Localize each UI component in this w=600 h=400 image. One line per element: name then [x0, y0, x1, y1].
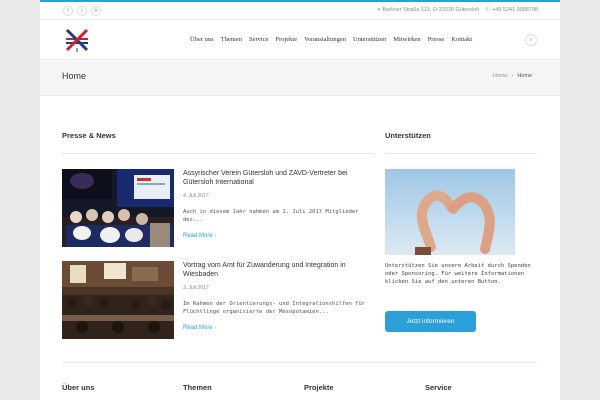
nav-item-projekte[interactable]: Projekte — [275, 36, 297, 43]
breadcrumb-current: Home — [517, 73, 532, 79]
phone-icon: ✆ — [485, 7, 490, 13]
address: ● Berliner Straße 113, D-33330 Gütersloh — [377, 7, 480, 13]
news-excerpt: Auch in diesem Jahr nahmen am 1. Juli 20… — [183, 209, 359, 223]
chevron-right-icon: › — [214, 233, 217, 239]
news-date: 4. Juli 2017 — [183, 193, 209, 199]
read-more-link[interactable]: Read More › — [183, 233, 216, 239]
nav-item-themen[interactable]: Themen — [221, 36, 242, 43]
support-heading: Unterstützen — [385, 131, 431, 140]
info-button[interactable]: Jetzt informieren — [385, 311, 476, 332]
breadcrumb: Home › Home — [493, 73, 532, 79]
news-title-link[interactable]: Vortrag vom Amt für Zuwanderung und Inte… — [183, 261, 373, 279]
nav-item-ueber-uns[interactable]: Über uns — [190, 36, 214, 43]
site-header: Über uns Themen Service Projekte Veranst… — [40, 20, 560, 60]
read-more-link[interactable]: Read More › — [183, 325, 216, 331]
phone[interactable]: ✆ +49 5241 9988798 — [485, 7, 538, 13]
news-image-event[interactable] — [62, 169, 174, 247]
facebook-icon[interactable]: f — [63, 6, 73, 16]
page-title: Home — [62, 71, 87, 81]
top-bar: f t ✉ ● Berliner Straße 113, D-33330 Güte… — [40, 2, 560, 20]
social-links: f t ✉ — [63, 6, 101, 16]
page-title-bar: Home Home › Home — [40, 60, 560, 96]
contact-info: ● Berliner Straße 113, D-33330 Gütersloh … — [377, 7, 538, 13]
breadcrumb-home-link[interactable]: Home — [493, 73, 508, 79]
email-icon[interactable]: ✉ — [91, 6, 101, 16]
footer-divider — [62, 362, 537, 363]
news-heading-divider — [62, 153, 374, 154]
nav-item-presse[interactable]: Presse — [428, 36, 445, 43]
chevron-right-icon: › — [214, 325, 217, 331]
support-image-heart-hands[interactable] — [385, 169, 515, 255]
support-heading-divider — [385, 153, 537, 154]
page: f t ✉ ● Berliner Straße 113, D-33330 Güte… — [40, 0, 560, 400]
footer-heading-projekte: Projekte — [304, 383, 334, 392]
nav-item-unterstuetzen[interactable]: Unterstützen — [353, 36, 386, 43]
main-nav: Über uns Themen Service Projekte Veranst… — [190, 36, 472, 43]
twitter-icon[interactable]: t — [77, 6, 87, 16]
nav-item-veranstaltungen[interactable]: Veranstaltungen — [304, 36, 346, 43]
news-item: Vortrag vom Amt für Zuwanderung und Inte… — [62, 261, 382, 347]
nav-item-mitwirken[interactable]: Mitwirken — [393, 36, 420, 43]
support-text: Unterstützen Sie unsere Arbeit durch Spe… — [385, 263, 531, 285]
footer-heading-service: Service — [425, 383, 452, 392]
site-logo[interactable] — [63, 26, 91, 54]
news-excerpt: Im Rahmen der Orientierungs- und Integra… — [183, 301, 366, 315]
news-item: Assyrischer Verein Gütersloh und ZAVD-Ve… — [62, 169, 382, 255]
news-title-link[interactable]: Assyrischer Verein Gütersloh und ZAVD-Ve… — [183, 169, 373, 187]
location-pin-icon: ● — [377, 7, 381, 13]
nav-item-service[interactable]: Service — [249, 36, 269, 43]
news-heading: Presse & News — [62, 131, 116, 140]
footer-heading-themen: Themen — [183, 383, 212, 392]
footer-heading-ueber-uns: Über uns — [62, 383, 95, 392]
news-image-lecture[interactable] — [62, 261, 174, 339]
nav-item-kontakt[interactable]: Kontakt — [451, 36, 472, 43]
search-icon[interactable]: ⌕ — [525, 34, 537, 46]
breadcrumb-separator-icon: › — [511, 73, 514, 79]
news-date: 3. Juli 2017 — [183, 285, 209, 291]
